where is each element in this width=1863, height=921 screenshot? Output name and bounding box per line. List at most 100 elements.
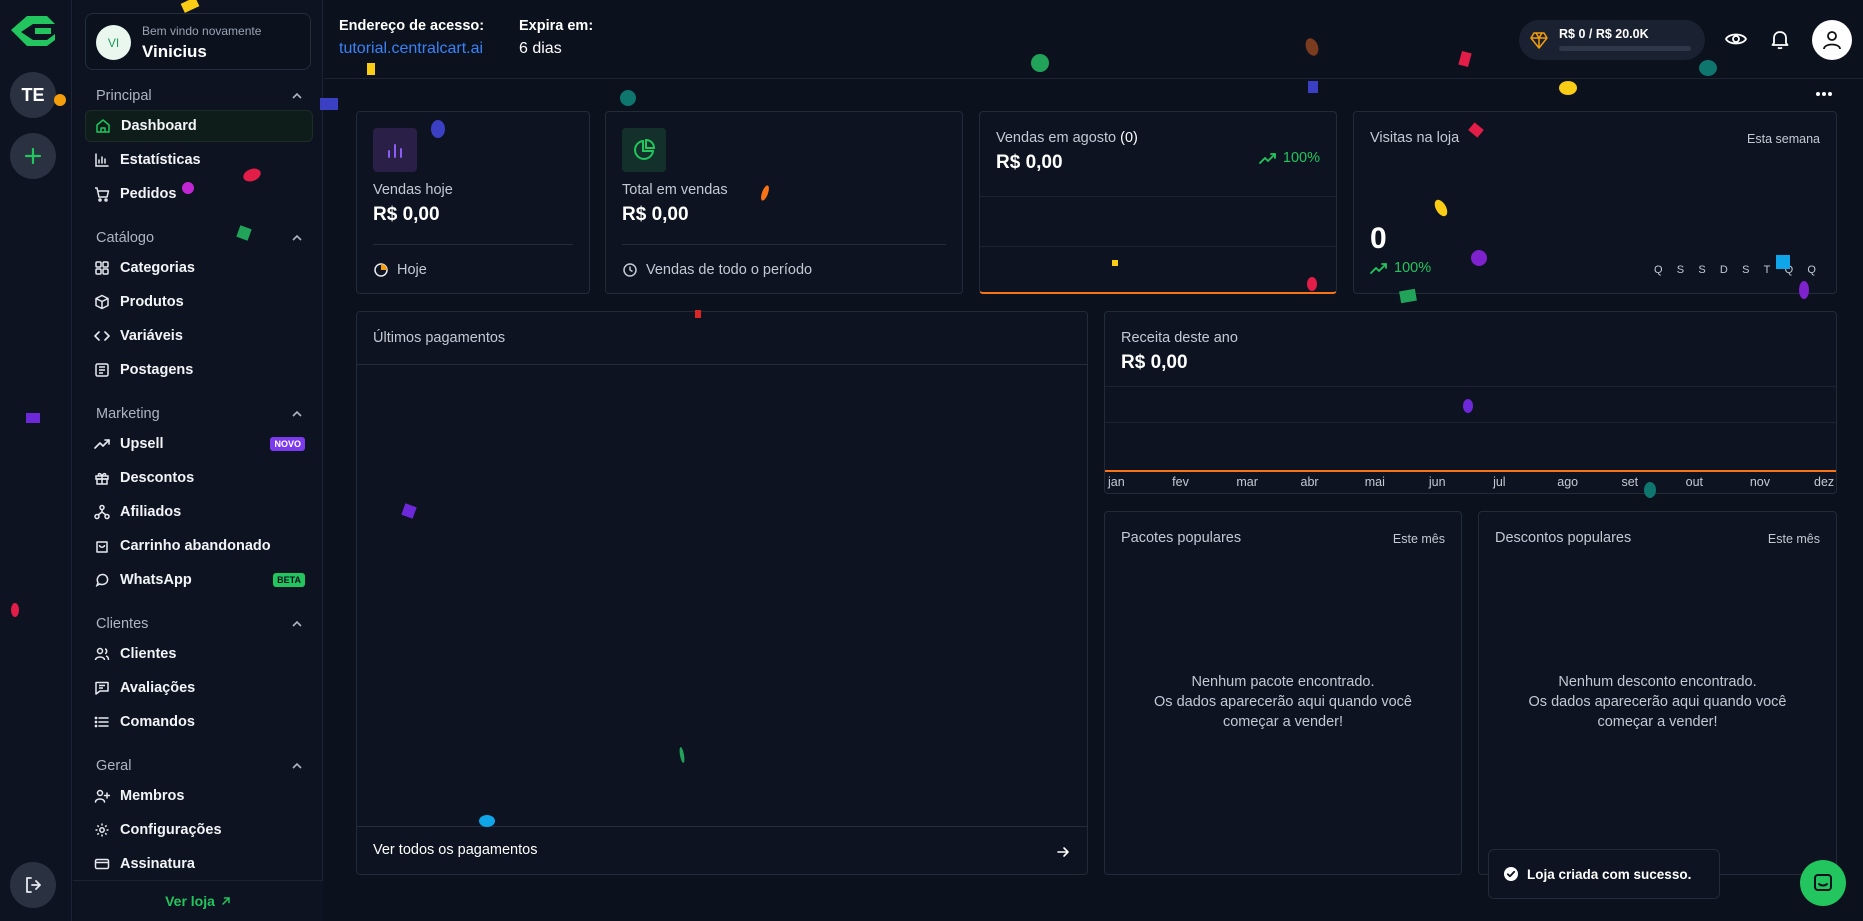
plus-icon [24, 147, 42, 165]
sidebar-nav: Principal Dashboard Estatísticas Pedidos… [85, 84, 313, 882]
month-label: jan [1108, 475, 1125, 489]
arrow-right-icon[interactable] [1055, 844, 1071, 860]
user-menu-button[interactable] [1812, 20, 1852, 60]
bell-icon[interactable] [1768, 27, 1792, 51]
month-sales-title: Vendas em agosto (0) [996, 130, 1138, 146]
trending-up-icon [1370, 263, 1387, 274]
sidebar-item-comandos[interactable]: Comandos [85, 706, 313, 738]
annual-revenue-title: Receita deste ano [1121, 330, 1238, 346]
store-initials: TE [21, 84, 45, 105]
novo-badge: NOVO [270, 437, 305, 451]
centralcart-logo-icon[interactable] [5, 10, 63, 50]
whatsapp-icon [95, 573, 109, 588]
popular-packages-title: Pacotes populares [1121, 530, 1242, 546]
annual-revenue-value: R$ 0,00 [1121, 352, 1188, 373]
sidebar-item-variaveis[interactable]: Variáveis [85, 320, 313, 352]
month-sales-count: (0) [1120, 130, 1138, 146]
nav-section-catalogo[interactable]: Catálogo [85, 226, 313, 250]
sidebar-item-produtos[interactable]: Produtos [85, 286, 313, 318]
popular-packages-period[interactable]: Este mês [1393, 532, 1445, 546]
goal-progress-bar [1559, 46, 1691, 51]
sidebar-item-upsell[interactable]: Upsell NOVO [85, 428, 313, 460]
user-icon [1823, 31, 1841, 50]
network-icon [94, 504, 110, 520]
sales-today-icon-box [373, 128, 417, 172]
popular-packages-empty: Nenhum pacote encontrado. Os dados apare… [1154, 674, 1412, 730]
store-visits-value: 0 [1370, 222, 1387, 255]
welcome-user-name: Vinicius [142, 42, 207, 61]
popular-discounts-period[interactable]: Este mês [1768, 532, 1820, 546]
sidebar-item-clientes[interactable]: Clientes [85, 638, 313, 670]
pie-chart-icon [634, 138, 656, 160]
sidebar-item-configuracoes[interactable]: Configurações [85, 814, 313, 846]
bar-chart-icon [388, 144, 402, 158]
nav-section-clientes[interactable]: Clientes [85, 612, 313, 636]
expires-label: Expira em: [519, 18, 594, 34]
view-all-payments-link[interactable]: Ver todos os pagamentos [373, 842, 537, 858]
store-visits-period[interactable]: Esta semana [1747, 132, 1820, 146]
eye-icon[interactable] [1724, 27, 1748, 51]
view-store-link[interactable]: Ver loja [73, 880, 323, 921]
trending-up-icon [1259, 153, 1276, 164]
success-toast[interactable]: Loja criada com sucesso. [1488, 849, 1720, 899]
sidebar-item-afiliados[interactable]: Afiliados [85, 496, 313, 528]
nav-section-geral[interactable]: Geral [85, 754, 313, 778]
more-options-icon[interactable] [1814, 90, 1834, 98]
sidebar-item-membros[interactable]: Membros [85, 780, 313, 812]
box-icon [95, 294, 109, 310]
sidebar: VI Bem vindo novamente Vinicius Principa… [73, 0, 323, 921]
sidebar-item-avaliacoes[interactable]: Avaliações [85, 672, 313, 704]
logout-icon [26, 877, 41, 893]
sidebar-item-categorias[interactable]: Categorias [85, 252, 313, 284]
latest-payments-card: Últimos pagamentos Ver todos os pagament… [356, 311, 1088, 875]
sidebar-item-pedidos[interactable]: Pedidos [85, 178, 313, 210]
month-label: jun [1428, 475, 1446, 489]
access-address-link[interactable]: tutorial.centralcart.ai [339, 40, 483, 58]
month-label: set [1621, 475, 1639, 489]
month-sales-card: Vendas em agosto (0) R$ 0,00 100% [979, 111, 1337, 294]
weekday-label: T [1763, 264, 1771, 276]
welcome-card[interactable]: VI Bem vindo novamente Vinicius [85, 13, 311, 70]
store-visits-card: Visitas na loja Esta semana 0 100% Q S S D S… [1353, 111, 1837, 294]
add-store-button[interactable] [10, 133, 56, 179]
code-icon [94, 331, 110, 341]
weekday-label: S [1676, 264, 1685, 276]
sidebar-item-dashboard[interactable]: Dashboard [85, 110, 313, 142]
sidebar-item-estatisticas[interactable]: Estatísticas [85, 144, 313, 176]
diamond-icon [1530, 32, 1548, 49]
support-chat-button[interactable] [1800, 860, 1846, 906]
sales-today-footnote: Hoje [373, 262, 427, 278]
sidebar-item-whatsapp[interactable]: WhatsApp BETA [85, 564, 313, 596]
total-sales-icon-box [622, 128, 666, 172]
home-icon [96, 119, 110, 133]
user-avatar: VI [96, 25, 131, 60]
month-label: abr [1300, 475, 1319, 489]
chat-icon [1814, 874, 1832, 891]
nav-section-principal[interactable]: Principal [85, 84, 313, 108]
revenue-line [1105, 470, 1836, 472]
popular-discounts-title: Descontos populares [1495, 530, 1632, 546]
nav-section-marketing[interactable]: Marketing [85, 402, 313, 426]
revenue-goal-widget[interactable]: R$ 0 / R$ 20.0K [1519, 20, 1705, 60]
arrow-up-right-icon [222, 897, 230, 905]
sidebar-item-postagens[interactable]: Postagens [85, 354, 313, 386]
goal-text: R$ 0 / R$ 20.0K [1559, 27, 1649, 41]
sidebar-item-descontos[interactable]: Descontos [85, 462, 313, 494]
gift-icon [95, 472, 109, 485]
chevron-up-icon [292, 410, 302, 417]
weekday-label: Q [1807, 264, 1816, 276]
sidebar-item-carrinho-abandonado[interactable]: Carrinho abandonado [85, 530, 313, 562]
store-switch-button[interactable]: TE [10, 72, 56, 118]
weekday-label: S [1698, 264, 1706, 276]
logout-button[interactable] [10, 862, 56, 908]
chevron-up-icon [292, 620, 302, 627]
welcome-greeting: Bem vindo novamente [142, 24, 262, 38]
access-address-label: Endereço de acesso: [339, 18, 485, 34]
latest-payments-title: Últimos pagamentos [373, 330, 506, 346]
chevron-up-icon [292, 762, 302, 769]
bar-chart-icon [95, 153, 109, 167]
month-label: dez [1814, 475, 1835, 489]
sidebar-item-assinatura[interactable]: Assinatura [85, 848, 313, 880]
shopping-bag-icon [96, 541, 108, 553]
month-label: fev [1172, 475, 1189, 489]
